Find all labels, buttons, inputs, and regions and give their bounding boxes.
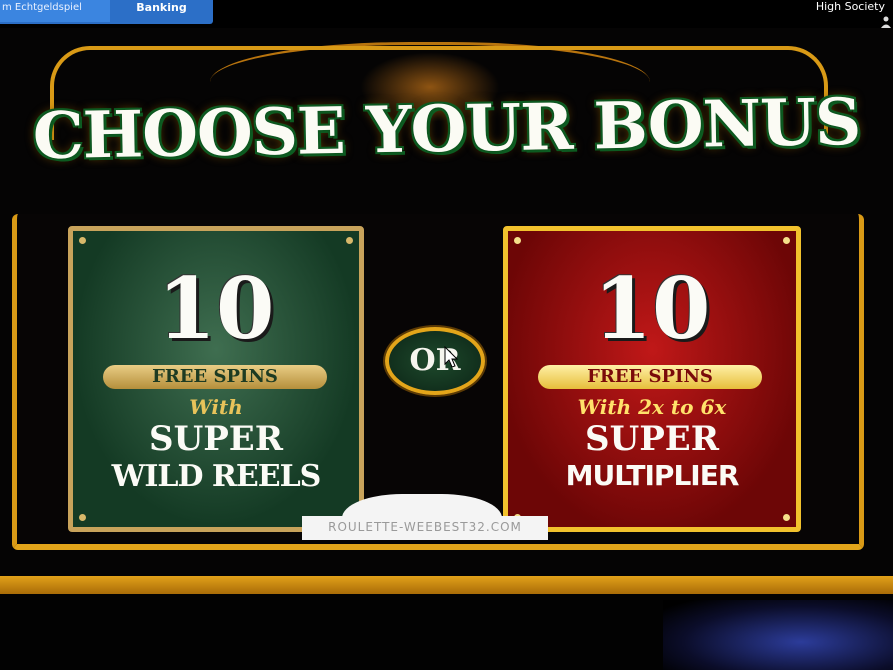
- tab-real-money[interactable]: m Echtgeldspiel: [0, 0, 110, 22]
- free-spins-label: FREE SPINS: [103, 365, 327, 389]
- rivet: [346, 237, 353, 244]
- or-badge: OR: [385, 327, 485, 395]
- super-label: SUPER: [585, 419, 719, 459]
- game-name: High Society: [815, 0, 885, 13]
- with-label: With 2x to 6x: [577, 395, 727, 419]
- spin-count: 10: [157, 259, 275, 358]
- rivet: [783, 237, 790, 244]
- bottom-gold-bar: [0, 576, 893, 594]
- watermark: ROULETTE-WEEBEST32.COM: [302, 494, 548, 540]
- free-spins-label: FREE SPINS: [538, 365, 762, 389]
- tab-group: m Echtgeldspiel Banking: [0, 0, 213, 24]
- spin-count: 10: [593, 259, 711, 358]
- user-icon[interactable]: [881, 16, 891, 28]
- free-spins-wild-reels-card[interactable]: 10 FREE SPINS With SUPER WILD REELS: [68, 226, 364, 532]
- bottom-lights: [663, 600, 893, 670]
- rivet: [514, 237, 521, 244]
- tab-banking[interactable]: Banking: [110, 0, 213, 22]
- bonus-title: CHOOSE YOUR BONUS: [32, 84, 861, 175]
- watermark-text: ROULETTE-WEEBEST32.COM: [328, 520, 522, 534]
- with-label: With: [189, 395, 243, 419]
- rivet: [79, 514, 86, 521]
- free-spins-multiplier-card[interactable]: 10 FREE SPINS With 2x to 6x SUPER MULTIP…: [503, 226, 801, 532]
- rivet: [783, 514, 790, 521]
- super-label: SUPER: [149, 419, 283, 459]
- feature-label: MULTIPLIER: [565, 459, 740, 492]
- top-bar: m Echtgeldspiel Banking High Society: [0, 0, 893, 28]
- cursor-icon: [444, 346, 459, 368]
- feature-label: WILD REELS: [111, 459, 322, 494]
- rivet: [79, 237, 86, 244]
